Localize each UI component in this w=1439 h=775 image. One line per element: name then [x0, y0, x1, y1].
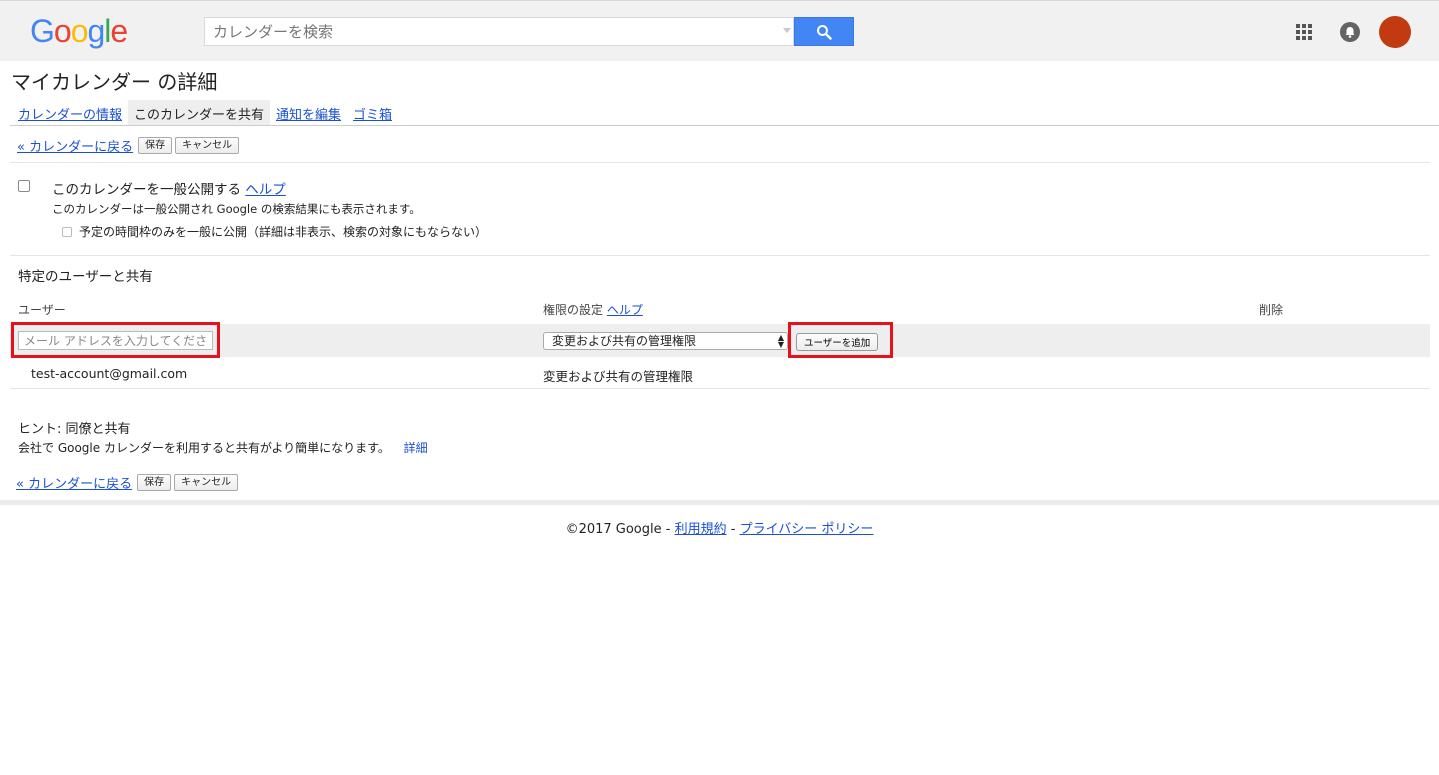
permission-help-link[interactable]: ヘルプ	[607, 303, 643, 317]
tab-edit-notifications[interactable]: 通知を編集	[270, 100, 347, 125]
divider	[10, 162, 1430, 163]
share-section-title: 特定のユーザーと共有	[18, 269, 153, 285]
free-busy-label: 予定の時間枠のみを一般に公開（詳細は非表示、検索の対象にもならない）	[79, 225, 488, 239]
tab-calendar-details[interactable]: カレンダーの情報	[12, 100, 128, 125]
footer-band	[0, 500, 1439, 505]
page-title: マイカレンダー の詳細	[11, 70, 218, 94]
search-icon	[817, 25, 832, 40]
search-dropdown-caret-icon[interactable]	[783, 28, 791, 33]
free-busy-checkbox[interactable]	[62, 227, 72, 237]
logo-letter: e	[110, 13, 128, 49]
privacy-link[interactable]: プライバシー ポリシー	[740, 522, 874, 537]
permission-select[interactable]: 変更および共有の管理権限 ▲ ▼	[543, 332, 788, 350]
tabs-divider	[10, 125, 1439, 126]
column-header-delete: 削除	[1259, 303, 1284, 317]
shared-user-email: test-account@gmail.com	[31, 366, 188, 381]
save-button[interactable]: 保存	[137, 474, 172, 491]
apps-grid-icon[interactable]	[1296, 24, 1312, 40]
shared-user-permission: 変更および共有の管理権限	[543, 369, 694, 384]
permission-select-value: 変更および共有の管理権限	[552, 334, 697, 348]
hint-title: ヒント: 同僚と共有	[18, 422, 131, 437]
public-calendar-checkbox[interactable]	[18, 180, 30, 192]
public-calendar-label: このカレンダーを一般公開する	[52, 182, 241, 198]
add-user-button[interactable]: ユーザーを追加	[796, 333, 879, 351]
footer-copyright: ©2017 Google -	[565, 522, 675, 537]
save-button[interactable]: 保存	[138, 137, 173, 154]
notifications-button[interactable]	[1340, 22, 1360, 42]
back-to-calendar-link[interactable]: « カレンダーに戻る	[17, 136, 133, 155]
logo-letter: o	[70, 13, 89, 49]
terms-link[interactable]: 利用規約	[675, 522, 727, 537]
select-arrows-icon: ▲ ▼	[777, 333, 784, 349]
tab-bar: カレンダーの情報 このカレンダーを共有 通知を編集 ゴミ箱	[12, 100, 398, 125]
hint-text: 会社で Google カレンダーを利用すると共有がより簡単になります。	[18, 441, 390, 455]
search-input[interactable]	[205, 18, 775, 45]
public-description: このカレンダーは一般公開され Google の検索結果にも表示されます。	[52, 202, 421, 216]
search-box	[204, 17, 794, 46]
top-bar: Google	[0, 0, 1439, 61]
divider	[10, 388, 1430, 389]
bottom-actions: « カレンダーに戻る 保存 キャンセル	[16, 473, 241, 492]
cancel-button[interactable]: キャンセル	[174, 474, 239, 491]
hint-details-link[interactable]: 詳細	[404, 441, 428, 455]
bell-icon	[1345, 27, 1355, 38]
logo-letter: o	[53, 13, 72, 49]
column-header-permission: 権限の設定	[543, 303, 604, 317]
back-to-calendar-link[interactable]: « カレンダーに戻る	[16, 473, 132, 492]
tab-share-calendar[interactable]: このカレンダーを共有	[128, 100, 271, 125]
google-logo[interactable]: Google	[30, 13, 128, 50]
cancel-button[interactable]: キャンセル	[175, 137, 240, 154]
email-field[interactable]	[18, 331, 213, 350]
search-button[interactable]	[794, 17, 854, 46]
top-actions: « カレンダーに戻る 保存 キャンセル	[17, 136, 242, 155]
logo-letter: g	[87, 13, 105, 49]
avatar[interactable]	[1379, 16, 1411, 48]
divider	[10, 255, 1430, 256]
public-help-link[interactable]: ヘルプ	[245, 182, 286, 198]
logo-letter: G	[30, 13, 55, 49]
footer-separator: -	[726, 522, 740, 537]
column-header-user: ユーザー	[18, 303, 66, 317]
tab-trash[interactable]: ゴミ箱	[347, 100, 398, 125]
footer: ©2017 Google - 利用規約 - プライバシー ポリシー	[0, 518, 1439, 537]
